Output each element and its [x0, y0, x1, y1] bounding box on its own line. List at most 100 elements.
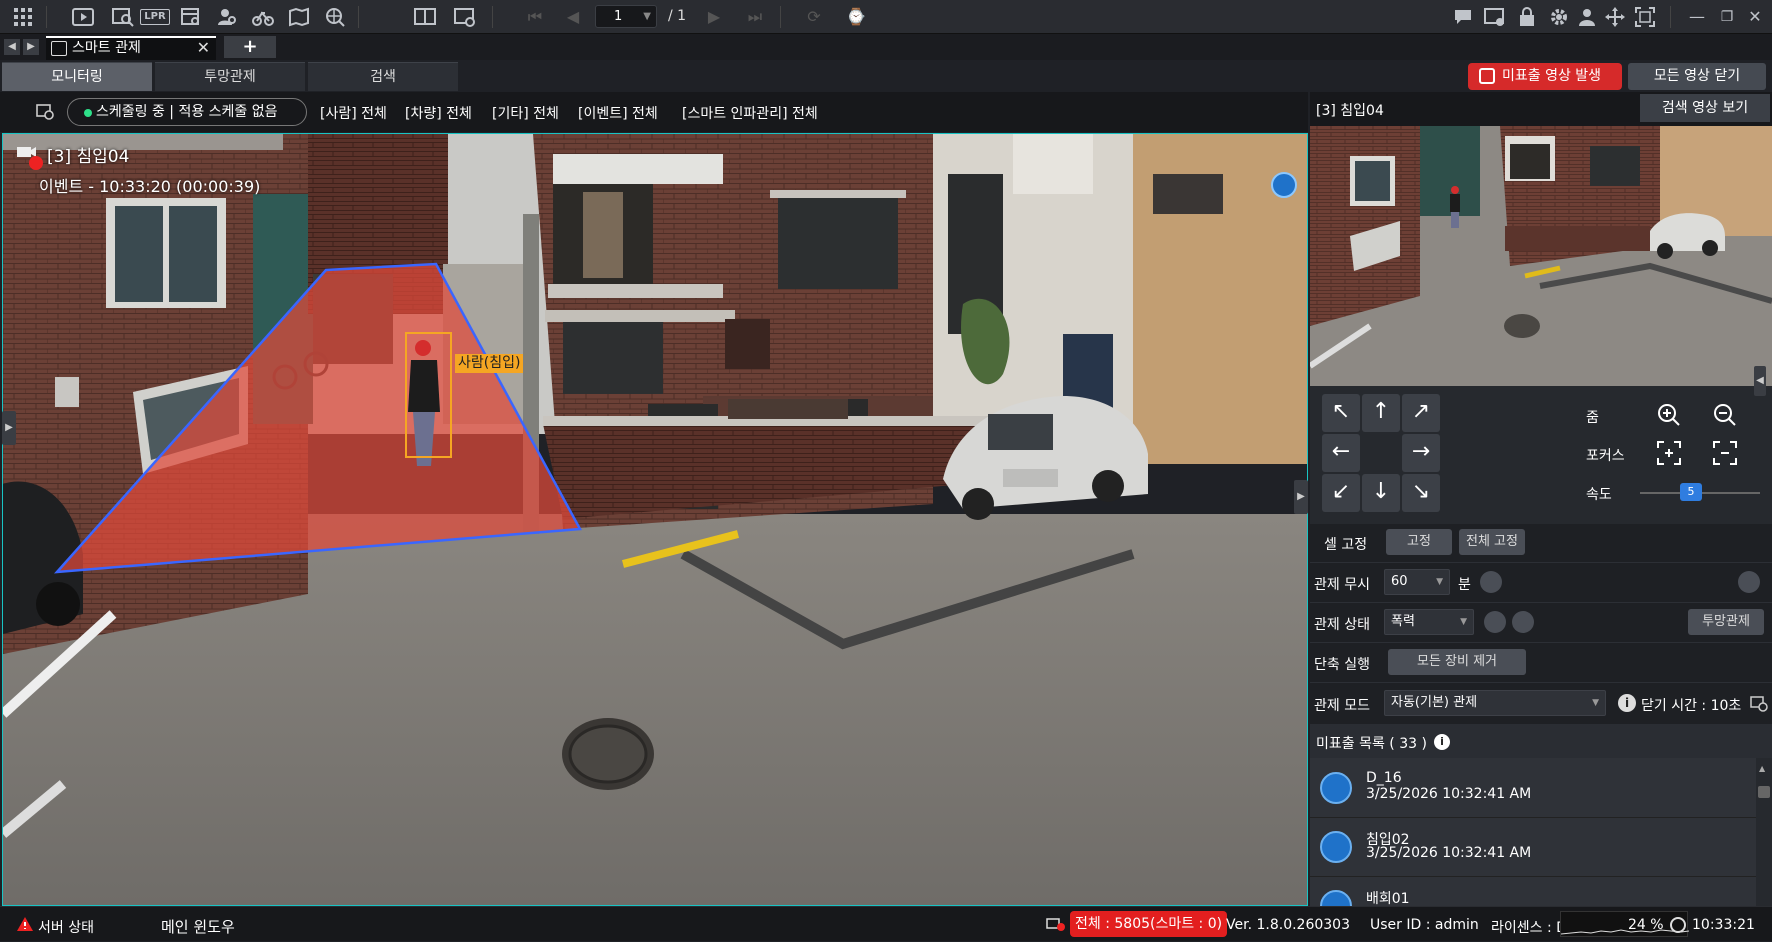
camera-scene	[3, 134, 1307, 905]
ptz-down-right-button[interactable]: ↘	[1402, 474, 1440, 512]
page-select[interactable]: 1 ▼	[595, 5, 657, 28]
snapshot-icon[interactable]: ⌚	[845, 6, 867, 28]
filter-vehicle[interactable]: [차량] 전체	[405, 103, 472, 123]
schedule-status-pill[interactable]: 스케줄링 중 | 적용 스케줄 없음	[67, 98, 307, 126]
total-channel-badge[interactable]: 전체 : 5805(스마트 : 0)	[1070, 911, 1228, 937]
window-settings-icon[interactable]	[454, 6, 476, 28]
zoom-out-icon[interactable]	[1712, 402, 1738, 428]
preview-header: [3] 침입04 검색 영상 보기	[1310, 92, 1772, 126]
schedule-settings-icon[interactable]	[36, 102, 54, 120]
chat-icon[interactable]	[1452, 6, 1474, 28]
ptz-down-button[interactable]: ↓	[1362, 474, 1400, 512]
fix-button[interactable]: 고정	[1386, 529, 1452, 555]
focus-label: 포커스	[1586, 448, 1625, 464]
close-time-settings-icon[interactable]	[1750, 694, 1768, 712]
expand-panel-toggle-icon[interactable]: ▶	[1294, 480, 1308, 514]
schedule-label: 스케줄링 중 | 적용 스케줄 없음	[96, 104, 278, 120]
ptz-up-button[interactable]: ↑	[1362, 394, 1400, 432]
unexposed-video-alert-button[interactable]: 미표출 영상 발생	[1468, 63, 1622, 90]
bike-icon[interactable]	[252, 6, 274, 28]
status-bar: 서버 상태 메인 윈도우 전체 : 5805(스마트 : 0) Ver. 1.8…	[0, 906, 1772, 941]
ptz-up-left-button[interactable]: ↖	[1322, 394, 1360, 432]
scroll-thumb[interactable]	[1758, 786, 1770, 798]
globe-search-icon[interactable]	[324, 6, 346, 28]
tab-search[interactable]: 검색	[308, 62, 458, 91]
server-status-label[interactable]: 서버 상태	[38, 917, 94, 937]
event-avatar-icon	[1320, 831, 1352, 863]
zoom-in-icon[interactable]	[1656, 402, 1682, 428]
refresh-icon[interactable]: ⟳	[803, 6, 825, 28]
minimize-icon[interactable]: —	[1686, 6, 1708, 28]
list-scrollbar[interactable]: ▲	[1756, 758, 1772, 906]
layout-icon[interactable]	[414, 6, 436, 28]
ptz-down-left-button[interactable]: ↙	[1322, 474, 1360, 512]
net-control-button[interactable]: 투망관제	[1688, 609, 1764, 635]
ignore-minutes-select[interactable]: 60 ▼	[1384, 569, 1450, 595]
tab-scroll-right-icon[interactable]: ▶	[23, 39, 39, 55]
map-search-icon[interactable]	[288, 6, 310, 28]
last-page-icon[interactable]: ⏭	[744, 6, 766, 28]
ptz-up-right-button[interactable]: ↗	[1402, 394, 1440, 432]
filter-event[interactable]: [이벤트] 전체	[578, 103, 658, 123]
fix-all-button[interactable]: 전체 고정	[1459, 529, 1525, 555]
preview-video[interactable]	[1310, 126, 1772, 386]
close-all-videos-button[interactable]: 모든 영상 닫기	[1628, 63, 1766, 90]
tab-scroll-left-icon[interactable]: ◀	[4, 39, 20, 55]
speed-slider-handle[interactable]: 5	[1680, 483, 1702, 501]
info-icon[interactable]: i	[1618, 694, 1636, 712]
status-select[interactable]: 폭력 ▼	[1384, 609, 1474, 635]
close-window-icon[interactable]: ✕	[1744, 6, 1766, 28]
move-icon[interactable]	[1604, 6, 1626, 28]
close-icon[interactable]: ✕	[197, 38, 210, 58]
remove-all-devices-button[interactable]: 모든 장비 제거	[1388, 649, 1526, 675]
restore-icon[interactable]: ❐	[1716, 6, 1738, 28]
grid-icon[interactable]	[12, 6, 34, 28]
list-item[interactable]: 침입02 3/25/2026 10:32:41 AM	[1310, 819, 1756, 877]
monitor-settings-icon[interactable]	[1484, 6, 1506, 28]
tab-monitoring[interactable]: 모니터링	[2, 62, 152, 91]
face-search-icon[interactable]	[216, 6, 238, 28]
filter-person[interactable]: [사람] 전체	[320, 103, 387, 123]
prev-page-icon[interactable]: ◀	[562, 6, 584, 28]
calendar-search-icon[interactable]	[180, 6, 202, 28]
filter-smart-crowd[interactable]: [스마트 인파관리] 전체	[682, 103, 818, 123]
toolbar-divider	[1670, 6, 1671, 28]
filter-other[interactable]: [기타] 전체	[492, 103, 559, 123]
focus-near-icon[interactable]	[1656, 440, 1682, 466]
status-pin-icon[interactable]	[1484, 611, 1506, 633]
list-item[interactable]: 배회01	[1310, 878, 1756, 906]
next-page-icon[interactable]: ▶	[703, 6, 725, 28]
ptz-right-button[interactable]: →	[1402, 434, 1440, 472]
lpr-icon[interactable]: LPR	[140, 9, 170, 25]
first-page-icon[interactable]: ⏮	[524, 6, 546, 28]
page-current: 1	[614, 9, 623, 24]
lock-icon[interactable]	[1516, 6, 1538, 28]
main-video-view[interactable]: [3] 침입04 이벤트 - 10:33:20 (00:00:39) 사람(침입…	[2, 133, 1308, 906]
playback-icon[interactable]	[72, 6, 94, 28]
ptz-left-button[interactable]: ←	[1322, 434, 1360, 472]
status-memo-icon[interactable]	[1512, 611, 1534, 633]
mode-select[interactable]: 자동(기본) 관제 ▼	[1384, 690, 1606, 716]
info-icon[interactable]: i	[1434, 734, 1450, 750]
list-menu-icon[interactable]	[1738, 571, 1760, 593]
focus-far-icon[interactable]	[1712, 440, 1738, 466]
ignore-apply-icon[interactable]	[1480, 571, 1502, 593]
left-panel-toggle-icon[interactable]: ▶	[2, 411, 16, 445]
search-video-icon[interactable]	[112, 6, 134, 28]
gear-icon[interactable]	[1548, 6, 1570, 28]
user-icon[interactable]	[1576, 6, 1598, 28]
unexposed-list-header: 미표출 목록 ( 33 ) i	[1310, 724, 1772, 758]
add-tab-button[interactable]: +	[224, 36, 276, 58]
list-item[interactable]: D_16 3/25/2026 10:32:41 AM	[1310, 760, 1756, 818]
panel-collapse-icon[interactable]: ◀	[1754, 366, 1766, 396]
document-tab-row: ◀ ▶ 스마트 관제 ✕ +	[0, 34, 1772, 60]
ai-analytics-icon[interactable]	[1271, 172, 1297, 198]
speed-label: 속도	[1586, 487, 1612, 503]
scroll-up-icon[interactable]: ▲	[1759, 764, 1769, 773]
tab-net-control[interactable]: 투망관제	[155, 62, 305, 91]
search-video-button[interactable]: 검색 영상 보기	[1640, 94, 1770, 122]
fullscreen-icon[interactable]	[1634, 6, 1656, 28]
preview-scene	[1310, 126, 1772, 386]
tab-smart-control[interactable]: 스마트 관제 ✕	[46, 36, 216, 60]
main-window-label[interactable]: 메인 윈도우	[161, 916, 235, 937]
